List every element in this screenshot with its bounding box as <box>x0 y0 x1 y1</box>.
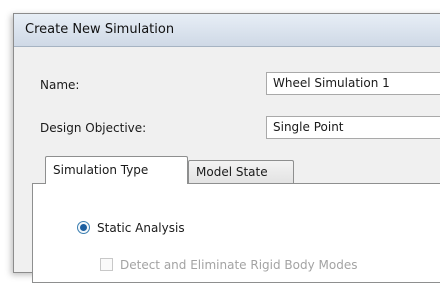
tab-simulation-type[interactable]: Simulation Type <box>45 156 188 184</box>
rigid-body-checkbox[interactable] <box>100 258 113 271</box>
dialog-titlebar[interactable]: Create New Simulation <box>14 14 440 47</box>
name-input[interactable]: Wheel Simulation 1 <box>266 72 440 95</box>
dialog-title: Create New Simulation <box>25 22 175 37</box>
static-analysis-label: Static Analysis <box>97 221 185 235</box>
tab-model-state[interactable]: Model State <box>188 160 294 184</box>
design-objective-select[interactable]: Single Point <box>266 116 440 139</box>
static-analysis-radio[interactable] <box>77 221 90 234</box>
rigid-body-label: Detect and Eliminate Rigid Body Modes <box>120 258 358 272</box>
name-label: Name: <box>40 78 80 92</box>
design-objective-label: Design Objective: <box>40 121 147 135</box>
